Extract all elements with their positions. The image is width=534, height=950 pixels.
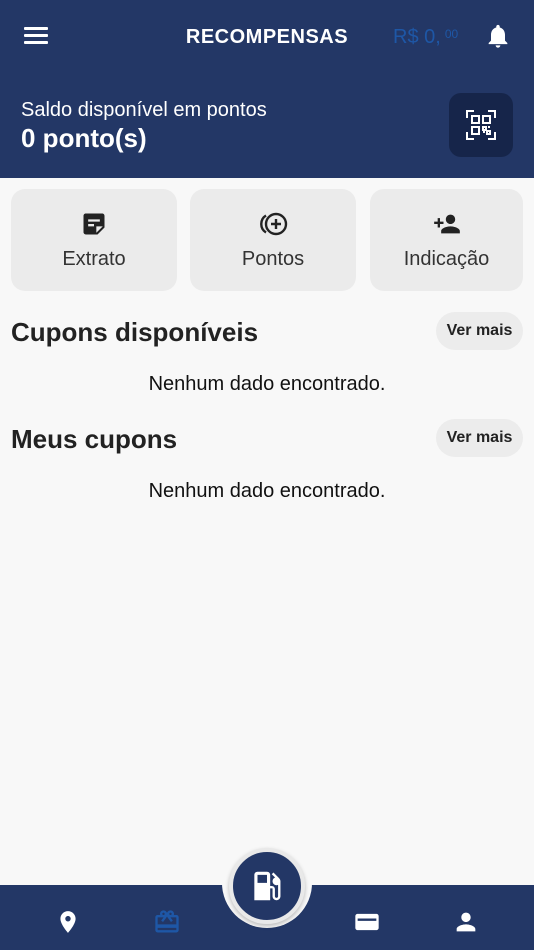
available-coupons-more-button[interactable]: Ver mais bbox=[436, 312, 523, 350]
statement-label: Extrato bbox=[62, 248, 126, 270]
wallet-balance: R$ 0, 00 bbox=[393, 24, 458, 50]
fuel-pump-icon bbox=[254, 871, 281, 901]
add-points-icon bbox=[260, 212, 288, 236]
statement-icon bbox=[83, 213, 105, 235]
balance-main: R$ 0, bbox=[393, 26, 441, 48]
nav-location[interactable] bbox=[52, 906, 84, 938]
my-coupons-title: Meus cupons bbox=[11, 424, 178, 454]
my-coupons-more-button[interactable]: Ver mais bbox=[436, 419, 523, 457]
qr-code-button[interactable] bbox=[449, 93, 513, 157]
menu-icon[interactable] bbox=[22, 24, 50, 48]
nav-wallet[interactable] bbox=[351, 906, 383, 938]
location-pin-icon bbox=[60, 911, 76, 933]
header: RECOMPENSAS R$ 0, 00 Saldo disponível em … bbox=[0, 0, 534, 178]
my-coupons-empty: Nenhum dado encontrado. bbox=[148, 480, 386, 502]
referral-button[interactable]: Indicação bbox=[370, 189, 523, 291]
points-value: 0 ponto(s) bbox=[21, 123, 147, 153]
points-label: Saldo disponível em pontos bbox=[21, 99, 267, 121]
qr-code-icon bbox=[466, 110, 496, 140]
statement-button[interactable]: Extrato bbox=[11, 189, 177, 291]
bell-icon[interactable] bbox=[484, 22, 512, 50]
profile-icon bbox=[456, 912, 476, 932]
available-coupons-empty: Nenhum dado encontrado. bbox=[148, 373, 386, 395]
points-button[interactable]: Pontos bbox=[190, 189, 356, 291]
wallet-icon bbox=[355, 913, 379, 931]
gift-icon bbox=[155, 910, 179, 933]
available-coupons-title: Cupons disponíveis bbox=[11, 317, 259, 347]
balance-cents: 00 bbox=[444, 27, 459, 41]
points-label-button: Pontos bbox=[241, 248, 305, 270]
page-title: RECOMPENSAS bbox=[185, 26, 349, 48]
nav-rewards[interactable] bbox=[151, 906, 183, 938]
referral-label: Indicação bbox=[403, 248, 490, 270]
nav-profile[interactable] bbox=[450, 906, 482, 938]
add-person-icon bbox=[433, 214, 460, 234]
fuel-button[interactable] bbox=[229, 848, 305, 924]
